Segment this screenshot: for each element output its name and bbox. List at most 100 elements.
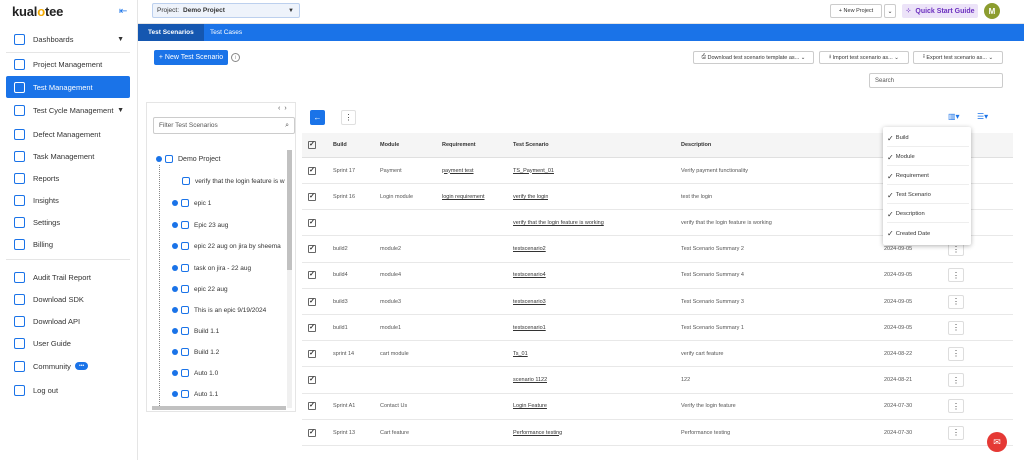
column-option-description[interactable]: ✓ Description bbox=[887, 206, 969, 223]
table-row[interactable]: ✓ sprint 14 cart module Ts_01 verify cart fe… bbox=[302, 341, 1013, 368]
row-actions[interactable]: ⋮ bbox=[948, 315, 964, 340]
kebab-icon[interactable]: ⋮ bbox=[948, 373, 964, 388]
column-option-test-scenario[interactable]: ✓ Test Scenario bbox=[887, 187, 969, 204]
sidebar-item-community[interactable]: Community ••• bbox=[6, 355, 130, 377]
column-option-requirement[interactable]: ✓ Requirement bbox=[887, 168, 969, 185]
table-row[interactable]: ✓ build4 module4 testscenario4 Test Scenario… bbox=[302, 263, 1013, 289]
tree-node[interactable]: This is an epic 9/19/2024 bbox=[172, 306, 266, 314]
table-row[interactable]: ✓ Sprint A1 Contact Us Login Feature Verify … bbox=[302, 394, 1013, 420]
cell-scenario-text[interactable]: Ts_01 bbox=[513, 351, 528, 357]
filter-scenarios-input[interactable]: Filter Test Scenarios ⌕ bbox=[153, 117, 295, 134]
tree-node[interactable]: Auto 1.0 bbox=[172, 369, 218, 377]
tree-node[interactable]: Build 1.2 bbox=[172, 348, 219, 356]
header-build[interactable]: Build bbox=[333, 133, 347, 157]
cell-scenario-text[interactable]: verify that the login feature is working bbox=[513, 220, 604, 226]
back-button[interactable]: ← bbox=[310, 110, 325, 125]
tree-node[interactable]: epic 22 aug bbox=[172, 285, 228, 293]
tree-node[interactable]: task on jira - 22 aug bbox=[172, 264, 251, 272]
cell-requirement-text[interactable]: payment test bbox=[442, 168, 474, 174]
cell-scenario[interactable]: testscenario1 bbox=[513, 315, 546, 340]
tree-node[interactable]: epic 1 bbox=[172, 199, 211, 207]
cell-scenario[interactable]: testscenario2 bbox=[513, 237, 546, 262]
new-test-scenario-button[interactable]: + New Test Scenario bbox=[154, 50, 228, 65]
row-actions[interactable]: ⋮ bbox=[948, 368, 964, 393]
row-checkbox[interactable]: ✓ bbox=[308, 263, 316, 288]
header-module[interactable]: Module bbox=[380, 133, 399, 157]
sidebar-item-log-out[interactable]: Log out bbox=[6, 379, 130, 401]
select-all-checkbox[interactable]: ✓ bbox=[308, 133, 316, 157]
kebab-icon[interactable]: ⋮ bbox=[948, 320, 964, 335]
tree-scrollbar[interactable] bbox=[287, 150, 292, 408]
cell-scenario-text[interactable]: verify the login bbox=[513, 194, 548, 200]
quick-start-guide-button[interactable]: ⁘ Quick Start Guide bbox=[902, 4, 978, 18]
sidebar-item-dashboards[interactable]: Dashboards ▼ bbox=[6, 28, 130, 50]
row-checkbox[interactable]: ✓ bbox=[308, 210, 316, 235]
row-checkbox[interactable]: ✓ bbox=[308, 341, 316, 366]
sidebar-item-insights[interactable]: Insights bbox=[6, 189, 130, 211]
header-test-scenario[interactable]: Test Scenario bbox=[513, 133, 549, 157]
tree-nav-arrows[interactable]: ‹› bbox=[278, 105, 291, 112]
new-project-dropdown-button[interactable]: ⌄ bbox=[884, 4, 896, 18]
header-requirement[interactable]: Requirement bbox=[442, 133, 476, 157]
sidebar-item-download-api[interactable]: Download API bbox=[6, 310, 130, 332]
cell-scenario[interactable]: testscenario3 bbox=[513, 289, 546, 314]
row-checkbox[interactable]: ✓ bbox=[308, 315, 316, 340]
cell-scenario-text[interactable]: TS_Payment_01 bbox=[513, 168, 554, 174]
row-checkbox[interactable]: ✓ bbox=[308, 368, 316, 393]
cell-scenario[interactable]: scenario 1122 bbox=[513, 368, 547, 393]
row-checkbox[interactable]: ✓ bbox=[308, 237, 316, 262]
sidebar-item-billing[interactable]: Billing bbox=[6, 233, 130, 255]
tree-node[interactable]: Auto 1.1 bbox=[172, 390, 218, 398]
kebab-icon[interactable]: ⋮ bbox=[948, 399, 964, 414]
row-actions[interactable]: ⋮ bbox=[948, 341, 964, 366]
chat-button[interactable]: ✉ bbox=[987, 432, 1007, 452]
row-actions[interactable]: ⋮ bbox=[948, 263, 964, 288]
cell-scenario[interactable]: Performance testing bbox=[513, 420, 562, 445]
row-checkbox[interactable]: ✓ bbox=[308, 184, 316, 209]
row-actions[interactable]: ⋮ bbox=[948, 289, 964, 314]
table-row[interactable]: ✓ build3 module3 testscenario3 Test Scenario… bbox=[302, 289, 1013, 315]
cell-scenario-text[interactable]: testscenario2 bbox=[513, 246, 546, 252]
tree-node[interactable]: Build 1.1 bbox=[172, 327, 219, 335]
row-actions[interactable]: ⋮ bbox=[948, 394, 964, 419]
table-row[interactable]: ✓ Sprint 13 Cart feature Performance testin… bbox=[302, 420, 1013, 446]
cell-scenario-text[interactable]: scenario 1122 bbox=[513, 377, 547, 383]
tab-test-scenarios[interactable]: Test Scenarios bbox=[138, 24, 204, 41]
kebab-icon[interactable]: ⋮ bbox=[948, 268, 964, 283]
kebab-icon[interactable]: ⋮ bbox=[948, 346, 964, 361]
sidebar-item-download-sdk[interactable]: Download SDK bbox=[6, 288, 130, 310]
import-button[interactable]: ⭳ Import test scenario as... ⌄ bbox=[819, 51, 909, 64]
row-checkbox[interactable]: ✓ bbox=[308, 420, 316, 445]
info-icon[interactable]: i bbox=[231, 53, 240, 62]
kebab-icon[interactable]: ⋮ bbox=[948, 425, 964, 440]
project-selector[interactable]: Project: Demo Project ▼ bbox=[152, 3, 300, 18]
download-template-button[interactable]: ⎙ Download test scenario template as... … bbox=[693, 51, 814, 64]
cell-scenario-text[interactable]: testscenario4 bbox=[513, 272, 546, 278]
sidebar-item-project-management[interactable]: Project Management bbox=[6, 53, 130, 75]
tree-node[interactable]: epic 22 aug on jira by sheema bbox=[172, 242, 281, 250]
filter-button[interactable]: ☰▾ bbox=[977, 112, 988, 121]
kebab-icon[interactable]: ⋮ bbox=[948, 294, 964, 309]
collapse-sidebar-icon[interactable]: ⇤ bbox=[119, 6, 127, 17]
tab-test-cases[interactable]: Test Cases bbox=[200, 24, 252, 41]
app-logo[interactable]: kualotee bbox=[12, 4, 63, 19]
sidebar-item-test-management[interactable]: Test Management bbox=[6, 76, 130, 98]
tree-root[interactable]: Demo Project bbox=[156, 155, 220, 163]
sidebar-item-audit-trail-report[interactable]: Audit Trail Report bbox=[6, 266, 130, 288]
avatar[interactable]: M bbox=[984, 3, 1000, 19]
table-row[interactable]: ✓ scenario 1122 122 2024-08-21 ⋮ bbox=[302, 368, 1013, 394]
sidebar-item-settings[interactable]: Settings bbox=[6, 211, 130, 233]
cell-requirement[interactable]: login requirement bbox=[442, 184, 485, 209]
row-actions[interactable]: ⋮ bbox=[948, 420, 964, 445]
sidebar-item-user-guide[interactable]: User Guide bbox=[6, 332, 130, 354]
cell-scenario[interactable]: testscenario4 bbox=[513, 263, 546, 288]
cell-requirement-text[interactable]: login requirement bbox=[442, 194, 485, 200]
sidebar-item-task-management[interactable]: Task Management bbox=[6, 145, 130, 167]
header-description[interactable]: Description bbox=[681, 133, 711, 157]
cell-scenario[interactable]: TS_Payment_01 bbox=[513, 158, 554, 183]
tree-node[interactable]: verify that the login feature is w bbox=[182, 177, 285, 185]
cell-scenario-text[interactable]: Performance testing bbox=[513, 430, 562, 436]
cell-scenario-text[interactable]: Login Feature bbox=[513, 403, 547, 409]
sidebar-item-test-cycle-management[interactable]: Test Cycle Management ▼ bbox=[6, 99, 130, 121]
cell-scenario[interactable]: verify that the login feature is working bbox=[513, 210, 604, 235]
